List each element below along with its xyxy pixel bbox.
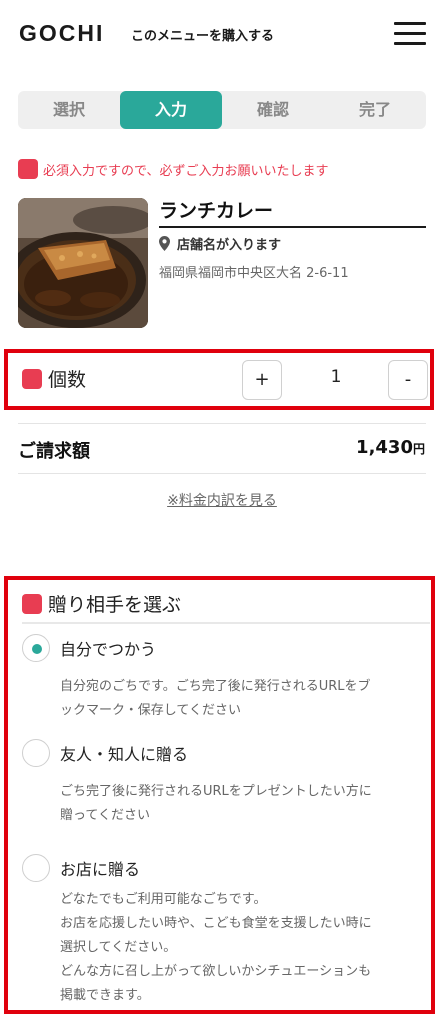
store-name: 店舗名が入ります [177,238,282,253]
divider [18,473,426,474]
radio-option-self[interactable]: 自分でつかう [22,634,156,662]
description-line: お店を応援したい時や、こども食堂を支援したい時に [60,916,372,931]
step-complete: 完了 [358,100,391,119]
option-description: ごち完了後に発行されるURLをプレゼントしたい方に 贈ってください [60,780,432,828]
header: GOCHI このメニューを購入する [0,0,444,66]
step-confirm: 確認 [256,100,289,119]
billing-label: ご請求額 [18,441,90,462]
product-image [18,198,148,328]
option-description: 自分宛のごちです。ごち完了後に発行されるURLをブ ックマーク・保存してください [60,675,432,723]
required-note: 必須入力ですので、必ずご入力お願いいたします [18,158,328,180]
radio-option-shop[interactable]: お店に贈る [22,854,140,882]
product-name: ランチカレー [159,200,274,222]
divider [159,226,426,228]
map-pin-icon [159,236,170,251]
billing-currency: 円 [412,442,425,456]
description-line: 自分宛のごちです。ごち完了後に発行されるURLをブ [60,679,371,694]
description-line: ごち完了後に発行されるURLをプレゼントしたい方に [60,784,372,799]
store-row: 店舗名が入ります [159,234,281,253]
divider [18,423,426,424]
description-line: 選択してください。 [60,940,177,955]
progress-steps: 選択 入力 確認 完了 [18,91,426,129]
billing-amount-value: 1,430 [356,437,413,458]
quantity-section: 個数 + 1 - [4,349,434,410]
page-title: このメニューを購入する [131,29,275,44]
option-description: どなたでもご利用可能なごちです。 お店を応援したい時や、こども食堂を支援したい時… [60,888,432,1008]
description-line: どなたでもご利用可能なごちです。 [60,892,267,907]
required-note-text: 必須入力ですので、必ずご入力お願いいたします [43,163,329,179]
required-marker-icon [22,593,42,614]
radio-button[interactable] [22,854,50,882]
store-address: 福岡県福岡市中央区大名 2-6-11 [159,266,349,281]
gift-recipient-section: 贈り相手を選ぶ 自分でつかう 自分宛のごちです。ごち完了後に発行されるURLをブ… [4,576,435,1014]
gift-title: 贈り相手を選ぶ [22,590,181,617]
billing-amount: 1,430円 [356,437,425,458]
quantity-label: 個数 [22,365,86,392]
description-line: ックマーク・保存してください [60,703,241,718]
radio-button[interactable] [22,739,50,767]
quantity-value: 1 [330,367,342,387]
increment-button[interactable]: + [242,360,282,400]
radio-label: 自分でつかう [60,640,157,659]
logo[interactable]: GOCHI [19,20,104,47]
gift-title-text: 贈り相手を選ぶ [48,594,182,616]
description-line: 贈ってください [60,808,150,823]
price-breakdown-link[interactable]: ※料金内訳を見る [167,493,277,509]
radio-label: 友人・知人に贈る [60,745,189,764]
divider [22,622,430,624]
decrement-button[interactable]: - [388,360,428,400]
radio-label: お店に贈る [60,860,141,879]
hamburger-menu-icon[interactable] [394,22,426,46]
description-line: どんな方に召し上がって欲しいかシチュエーションも [60,964,372,979]
step-select: 選択 [52,100,85,119]
radio-option-friend[interactable]: 友人・知人に贈る [22,739,188,767]
radio-button[interactable] [22,634,50,662]
step-input: 入力 [120,91,222,129]
price-breakdown-link-row: ※料金内訳を見る [0,490,444,510]
description-line: 掲載できます。 [60,988,150,1003]
required-marker-icon [22,368,42,389]
required-marker-icon [18,159,38,179]
quantity-label-text: 個数 [48,369,87,391]
